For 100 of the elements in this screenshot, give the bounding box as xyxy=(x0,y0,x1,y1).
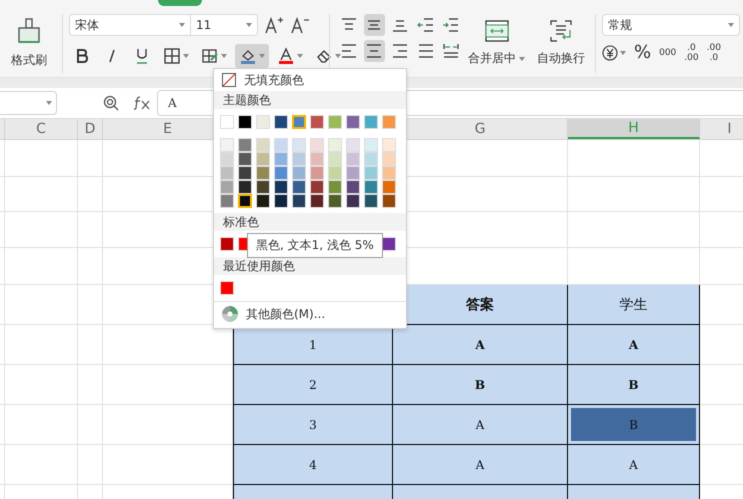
color-swatch[interactable] xyxy=(328,166,342,180)
color-swatch[interactable] xyxy=(256,166,270,180)
color-swatch[interactable] xyxy=(346,166,360,180)
color-swatch[interactable] xyxy=(346,194,360,208)
color-swatch[interactable] xyxy=(328,115,342,129)
color-swatch[interactable] xyxy=(382,115,396,129)
color-swatch[interactable] xyxy=(292,194,306,208)
merge-center-button[interactable]: 合并居中 xyxy=(462,14,531,73)
color-swatch[interactable] xyxy=(256,194,270,208)
color-swatch[interactable] xyxy=(274,152,288,166)
color-swatch[interactable] xyxy=(274,194,288,208)
color-swatch[interactable] xyxy=(274,138,288,152)
column-header[interactable]: I xyxy=(700,119,743,139)
color-swatch[interactable] xyxy=(292,180,306,194)
color-swatch[interactable] xyxy=(382,166,396,180)
color-swatch[interactable] xyxy=(256,180,270,194)
font-name-dropdown[interactable]: 宋体 xyxy=(69,14,191,36)
function-icon[interactable] xyxy=(133,96,151,110)
color-swatch[interactable] xyxy=(292,152,306,166)
color-swatch[interactable] xyxy=(310,180,324,194)
color-swatch[interactable] xyxy=(382,180,396,194)
color-swatch[interactable] xyxy=(328,152,342,166)
table-cell[interactable]: 2 xyxy=(233,365,393,405)
color-swatch[interactable] xyxy=(256,115,270,129)
table-cell[interactable]: A xyxy=(568,445,700,485)
color-wheel-icon xyxy=(222,306,238,322)
color-swatch[interactable] xyxy=(382,152,396,166)
align-outdent-icon xyxy=(416,17,435,33)
table-cell[interactable]: 4 xyxy=(233,445,393,485)
color-swatch[interactable] xyxy=(364,115,378,129)
color-swatch[interactable] xyxy=(238,194,252,208)
column-header[interactable]: C xyxy=(5,119,78,139)
color-swatch[interactable] xyxy=(292,115,306,129)
color-swatch[interactable] xyxy=(238,138,252,152)
color-swatch[interactable] xyxy=(220,194,234,208)
caret-icon xyxy=(259,54,265,58)
color-swatch[interactable] xyxy=(364,180,378,194)
color-swatch[interactable] xyxy=(382,194,396,208)
color-swatch[interactable] xyxy=(346,115,360,129)
table-cell[interactable]: B xyxy=(568,365,700,405)
increase-font-size-icon[interactable] xyxy=(264,15,284,35)
percent-button[interactable]: % xyxy=(634,42,652,63)
color-swatch[interactable] xyxy=(310,166,324,180)
table-cell[interactable]: 3 xyxy=(233,405,393,445)
color-swatch[interactable] xyxy=(310,138,324,152)
currency-format-button[interactable] xyxy=(602,44,626,60)
table-cell[interactable]: A xyxy=(393,405,568,445)
color-swatch[interactable] xyxy=(238,152,252,166)
align-distribute-icon xyxy=(442,43,460,59)
color-swatch[interactable] xyxy=(310,115,324,129)
format-painter-button[interactable]: 格式刷 xyxy=(9,14,49,73)
color-swatch[interactable] xyxy=(274,166,288,180)
color-swatch[interactable] xyxy=(346,138,360,152)
decrease-decimal-button[interactable]: .00 .0 xyxy=(706,42,721,62)
zoom-icon[interactable] xyxy=(103,95,119,111)
color-swatch[interactable] xyxy=(382,237,396,251)
table-cell[interactable]: A xyxy=(393,325,568,365)
color-swatch[interactable] xyxy=(220,237,234,251)
color-swatch[interactable] xyxy=(274,180,288,194)
color-swatch[interactable] xyxy=(238,115,252,129)
table-cell[interactable]: B xyxy=(393,365,568,405)
color-swatch[interactable] xyxy=(220,166,234,180)
column-header[interactable]: D xyxy=(78,119,103,139)
align-center-button[interactable] xyxy=(364,40,386,62)
align-middle-button[interactable] xyxy=(364,14,386,36)
color-swatch[interactable] xyxy=(292,138,306,152)
color-swatch[interactable] xyxy=(292,166,306,180)
decrease-font-size-icon[interactable] xyxy=(290,15,310,35)
table-cell[interactable]: A xyxy=(393,445,568,485)
color-swatch[interactable] xyxy=(382,138,396,152)
color-swatch[interactable] xyxy=(220,138,234,152)
table-cell[interactable]: A xyxy=(568,325,700,365)
color-swatch[interactable] xyxy=(220,152,234,166)
color-swatch[interactable] xyxy=(256,138,270,152)
color-swatch[interactable] xyxy=(238,180,252,194)
caret-icon xyxy=(620,50,626,54)
color-swatch[interactable] xyxy=(220,180,234,194)
color-swatch[interactable] xyxy=(220,115,234,129)
no-fill-option[interactable]: 无填充颜色 xyxy=(214,69,406,91)
color-swatch[interactable] xyxy=(364,194,378,208)
wrap-text-button[interactable]: 自动换行 xyxy=(531,14,591,73)
color-swatch[interactable] xyxy=(328,138,342,152)
color-swatch[interactable] xyxy=(238,166,252,180)
increase-decimal-button[interactable]: .0 .00 xyxy=(684,42,699,62)
color-swatch[interactable] xyxy=(328,194,342,208)
fill-button[interactable] xyxy=(235,44,269,68)
color-swatch[interactable] xyxy=(310,152,324,166)
color-swatch[interactable] xyxy=(346,180,360,194)
color-swatch[interactable] xyxy=(346,152,360,166)
color-swatch[interactable] xyxy=(364,152,378,166)
number-format-dropdown[interactable]: 常规 xyxy=(602,14,740,36)
thousands-separator-button[interactable]: 000 xyxy=(659,48,676,58)
color-swatch[interactable] xyxy=(328,180,342,194)
color-swatch[interactable] xyxy=(364,166,378,180)
color-swatch[interactable] xyxy=(364,138,378,152)
color-swatch[interactable] xyxy=(274,115,288,129)
color-swatch[interactable] xyxy=(220,281,234,295)
font-size-dropdown[interactable]: 11 xyxy=(190,14,258,36)
color-swatch[interactable] xyxy=(310,194,324,208)
color-swatch[interactable] xyxy=(256,152,270,166)
